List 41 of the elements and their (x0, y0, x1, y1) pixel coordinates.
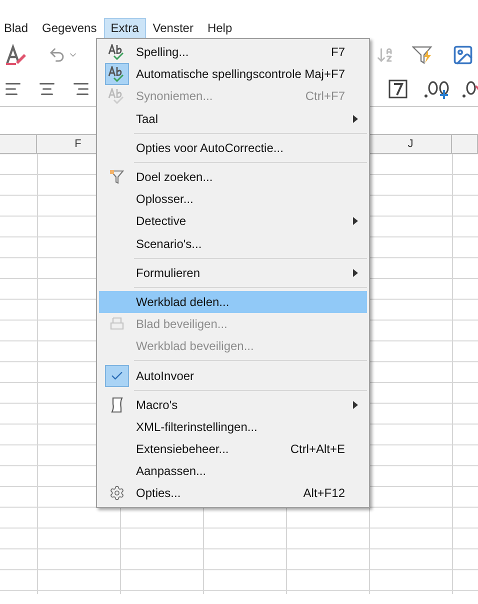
menu-bar-item[interactable]: Venster (146, 18, 200, 38)
add-decimal-icon[interactable] (424, 78, 452, 100)
undo-icon[interactable] (48, 46, 66, 64)
menu-item[interactable]: Werkblad delen... (99, 290, 367, 314)
menu-item[interactable]: AutoInvoer (99, 364, 367, 387)
spelling-icon (108, 88, 126, 104)
funnel-icon (109, 169, 125, 186)
submenu-arrow-icon (353, 114, 358, 123)
menu-bar-item[interactable]: Help (200, 18, 240, 38)
submenu-arrow-icon (353, 400, 358, 409)
menu-item[interactable]: Scenario's... (99, 232, 367, 255)
remove-decimal-icon[interactable] (462, 78, 478, 100)
spelling-icon (108, 66, 126, 82)
submenu-arrow-icon (353, 268, 358, 277)
menu-item[interactable]: Formulieren (99, 262, 367, 284)
number-format-icon[interactable] (388, 79, 408, 99)
menu-item[interactable]: Opties... Alt+F12 (99, 482, 367, 505)
menu-bar-item[interactable]: Gegevens (35, 18, 104, 38)
menu-item[interactable]: Taal (99, 108, 367, 130)
align-center-icon[interactable] (38, 80, 56, 98)
menu-item[interactable]: Macro's (99, 394, 367, 416)
filter-icon[interactable] (412, 45, 434, 65)
menu-item[interactable]: Aanpassen... (99, 460, 367, 482)
menu-item[interactable]: Extensiebeheer... Ctrl+Alt+E (99, 438, 367, 460)
image-icon[interactable] (452, 44, 474, 66)
scroll-icon (109, 396, 125, 414)
settings-icon (109, 485, 125, 502)
submenu-arrow-icon (353, 217, 358, 226)
menu-bar-item[interactable]: Extra (104, 18, 146, 38)
spelling-icon (108, 44, 126, 60)
font-color-icon[interactable] (4, 44, 28, 66)
menu-item[interactable]: Automatische spellingscontrole Maj+F7 (99, 63, 367, 86)
menu-item[interactable]: Doel zoeken... (99, 166, 367, 188)
menu-item[interactable]: Detective (99, 210, 367, 232)
menu-item[interactable]: Oplosser... (99, 188, 367, 210)
menu-bar-item[interactable]: Blad (0, 18, 36, 38)
printer-icon (109, 316, 125, 332)
menu-item[interactable]: XML-filterinstellingen... (99, 416, 367, 438)
align-right-icon[interactable] (72, 80, 90, 98)
align-left-icon[interactable] (4, 80, 22, 98)
menu-item[interactable]: Spelling... F7 (99, 41, 367, 64)
